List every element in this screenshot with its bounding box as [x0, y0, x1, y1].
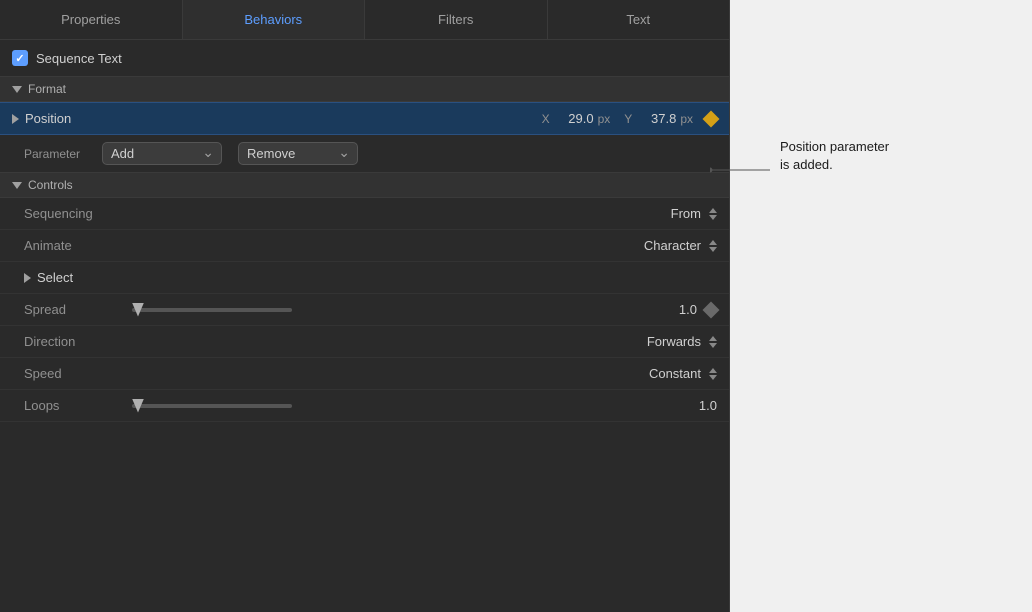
select-label: Select [37, 270, 73, 285]
tab-properties[interactable]: Properties [0, 0, 183, 39]
loops-slider-thumb[interactable] [132, 399, 144, 413]
sequencing-stepper-up[interactable] [709, 208, 717, 213]
controls-label: Controls [28, 178, 73, 192]
tab-filters[interactable]: Filters [365, 0, 548, 39]
remove-dropdown-wrapper: Remove [238, 142, 358, 165]
sequencing-label: Sequencing [24, 206, 124, 221]
spread-value: 1.0 [667, 302, 697, 317]
speed-label: Speed [24, 366, 124, 381]
annotation-line1: Position parameter [780, 139, 889, 154]
spread-slider-track[interactable] [132, 308, 292, 312]
tab-bar: Properties Behaviors Filters Text [0, 0, 729, 40]
animate-label: Animate [24, 238, 124, 253]
position-expand-icon[interactable] [12, 114, 19, 124]
speed-stepper-down[interactable] [709, 375, 717, 380]
sequencing-value: From [671, 206, 701, 221]
loops-row: Loops 1.0 [0, 390, 729, 422]
speed-row: Speed Constant [0, 358, 729, 390]
spread-label: Spread [24, 302, 124, 317]
tab-behaviors[interactable]: Behaviors [183, 0, 366, 39]
spread-row: Spread 1.0 [0, 294, 729, 326]
animate-stepper-down[interactable] [709, 247, 717, 252]
loops-slider-track[interactable] [132, 404, 292, 408]
sequence-text-checkbox[interactable] [12, 50, 28, 66]
sequencing-stepper-down[interactable] [709, 215, 717, 220]
format-section-header[interactable]: Format [0, 77, 729, 102]
controls-section-header[interactable]: Controls [0, 173, 729, 198]
y-axis-label: Y [624, 112, 632, 126]
position-row: Position X 29.0 px Y 37.8 px [0, 102, 729, 135]
y-unit: px [680, 112, 693, 126]
add-dropdown-wrapper: Add [102, 142, 222, 165]
controls-collapse-icon [12, 182, 22, 189]
inspector-panel: Properties Behaviors Filters Text Sequen… [0, 0, 730, 612]
format-collapse-icon [12, 86, 22, 93]
y-value[interactable]: 37.8 [636, 111, 676, 126]
panel-content: Sequence Text Format Position X 29.0 px … [0, 40, 729, 612]
speed-value: Constant [649, 366, 701, 381]
x-axis-label: X [542, 112, 550, 126]
spread-keyframe-diamond[interactable] [703, 301, 720, 318]
sequencing-row: Sequencing From [0, 198, 729, 230]
parameter-row: Parameter Add Remove [0, 135, 729, 173]
sequence-text-label: Sequence Text [36, 51, 122, 66]
animate-row: Animate Character [0, 230, 729, 262]
direction-row: Direction Forwards [0, 326, 729, 358]
position-label: Position [25, 111, 71, 126]
select-section-header[interactable]: Select [0, 262, 729, 294]
animate-value: Character [644, 238, 701, 253]
speed-stepper-up[interactable] [709, 368, 717, 373]
direction-value: Forwards [647, 334, 701, 349]
direction-stepper-up[interactable] [709, 336, 717, 341]
annotation-text-block: Position parameter is added. [780, 138, 889, 174]
direction-stepper-down[interactable] [709, 343, 717, 348]
sequencing-stepper[interactable] [709, 208, 717, 220]
select-expand-icon[interactable] [24, 273, 31, 283]
format-label: Format [28, 82, 66, 96]
x-unit: px [598, 112, 611, 126]
x-value[interactable]: 29.0 [554, 111, 594, 126]
direction-stepper[interactable] [709, 336, 717, 348]
speed-stepper[interactable] [709, 368, 717, 380]
animate-stepper[interactable] [709, 240, 717, 252]
spread-slider-thumb[interactable] [132, 303, 144, 317]
loops-label: Loops [24, 398, 124, 413]
position-keyframe-diamond[interactable] [703, 110, 720, 127]
loops-value: 1.0 [687, 398, 717, 413]
tab-text[interactable]: Text [548, 0, 730, 39]
add-dropdown[interactable]: Add [102, 142, 222, 165]
parameter-label: Parameter [24, 147, 94, 161]
annotation-area: Position parameter is added. [730, 0, 1032, 612]
direction-label: Direction [24, 334, 124, 349]
sequence-text-row: Sequence Text [0, 40, 729, 77]
animate-stepper-up[interactable] [709, 240, 717, 245]
remove-dropdown[interactable]: Remove [238, 142, 358, 165]
annotation-line2: is added. [780, 157, 833, 172]
